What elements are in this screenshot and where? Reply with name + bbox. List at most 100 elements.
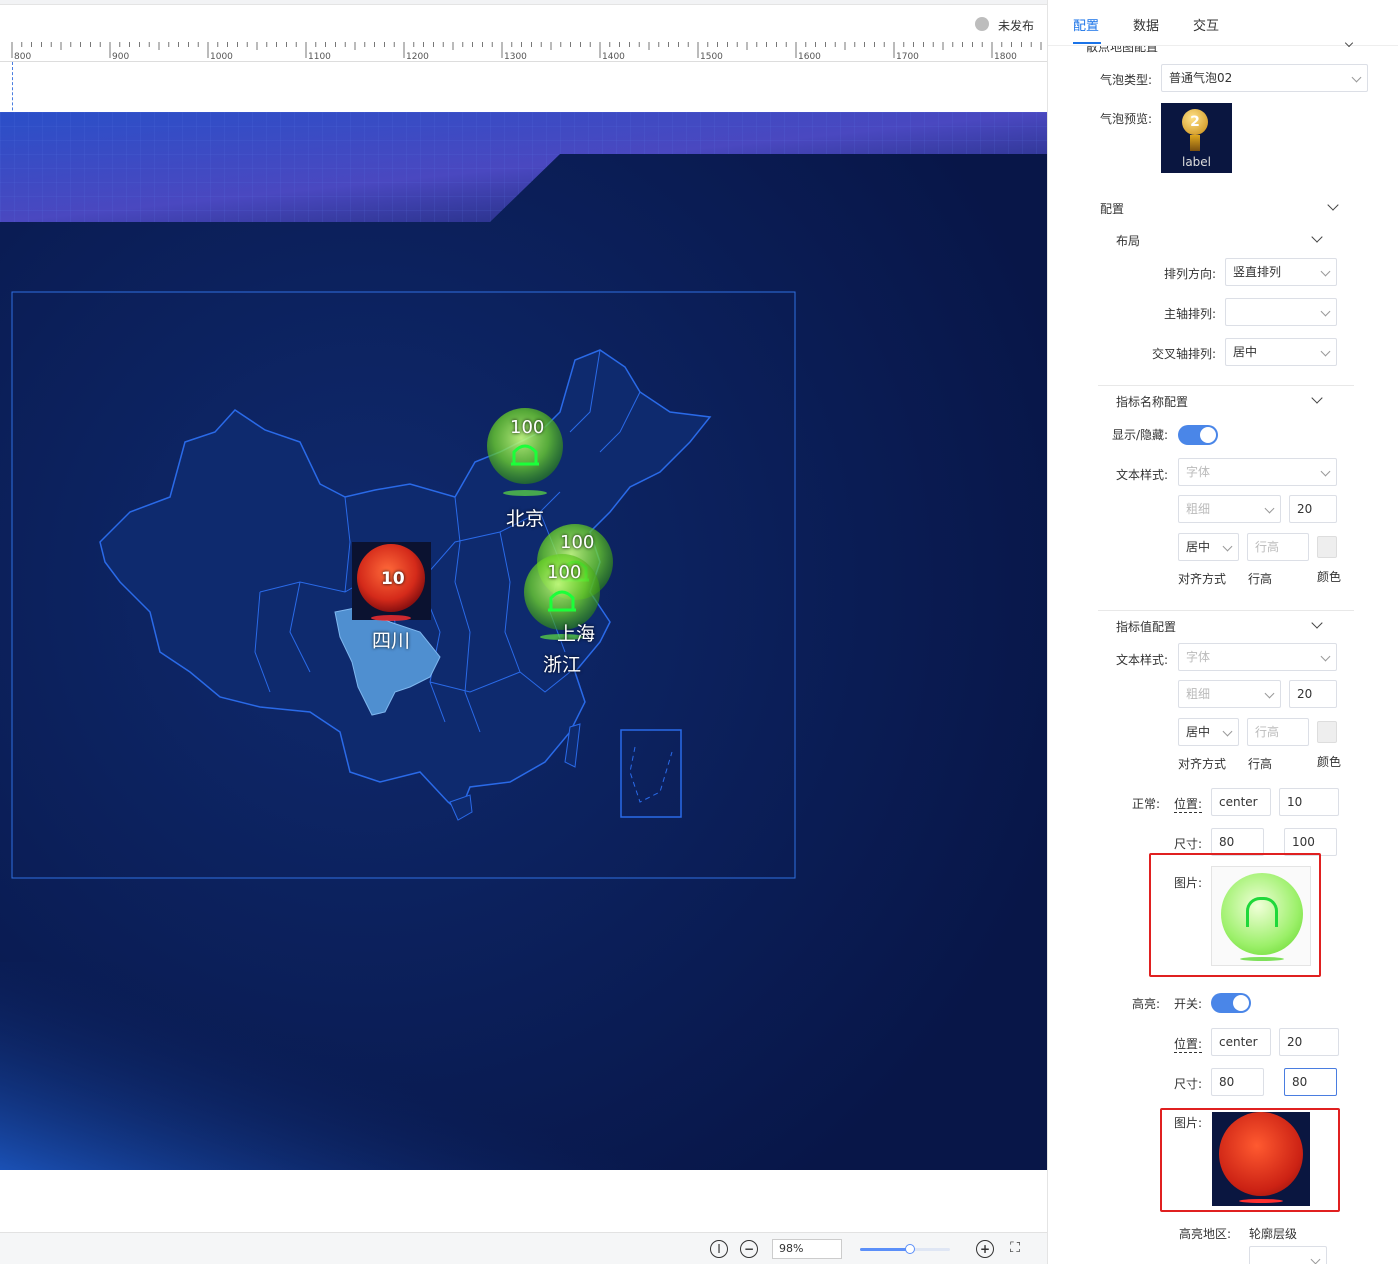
highlight-image-label: 图片:: [1174, 1116, 1203, 1130]
chevron-down-icon[interactable]: [1311, 617, 1323, 629]
contour-level-select[interactable]: [1249, 1246, 1327, 1264]
chevron-down-icon: [1320, 466, 1331, 477]
bubble-type-value: 普通气泡02: [1169, 71, 1233, 85]
cross-axis-value: 居中: [1233, 345, 1258, 359]
direction-select[interactable]: 竖直排列: [1225, 258, 1337, 286]
editor-area: 未发布 800 900 1000 1100 1200 1300 1400 1500 1600 17…: [0, 0, 1047, 1264]
marker-zhejiang-value: 100: [547, 562, 582, 583]
name-color-swatch[interactable]: [1317, 536, 1337, 558]
value-font-size-input[interactable]: 20: [1289, 680, 1337, 708]
color-caption: 颜色: [1317, 755, 1342, 769]
ruler-tick-label: 1400: [602, 52, 625, 62]
align-caption: 对齐方式: [1178, 572, 1227, 586]
ruler-tick-label: 1700: [896, 52, 919, 62]
marker-shanghai-value: 100: [560, 532, 595, 553]
tab-data[interactable]: 数据: [1133, 15, 1159, 34]
align-caption: 对齐方式: [1178, 757, 1227, 771]
tab-interaction[interactable]: 交互: [1193, 15, 1219, 34]
highlight-size-label: 尺寸:: [1174, 1077, 1203, 1091]
zoom-slider-handle[interactable]: [904, 1244, 915, 1254]
gold-pin-base: [1190, 135, 1200, 151]
zoom-slider[interactable]: [860, 1244, 950, 1254]
zoom-slider-fill: [860, 1248, 910, 1251]
value-align-select[interactable]: 居中: [1178, 718, 1239, 746]
highlight-height-input[interactable]: 80: [1284, 1068, 1337, 1096]
green-glow-icon: [1240, 957, 1284, 961]
normal-image-label: 图片:: [1174, 876, 1203, 890]
value-font-placeholder: 字体: [1186, 650, 1211, 664]
line-height-caption: 行高: [1248, 757, 1273, 771]
ruler-tick-label: 1300: [504, 52, 527, 62]
value-color-swatch[interactable]: [1317, 721, 1337, 743]
contour-level-label: 轮廓层级: [1249, 1227, 1298, 1241]
marker-shanghai-label[interactable]: 上海: [557, 619, 595, 646]
highlight-image-upload[interactable]: [1212, 1112, 1310, 1206]
marker-sichuan-label[interactable]: 四川: [372, 626, 410, 653]
name-line-height-input[interactable]: 行高: [1247, 533, 1309, 561]
bubble-type-select[interactable]: 普通气泡02: [1161, 64, 1368, 92]
gold-pin-icon: 2: [1182, 109, 1208, 135]
chevron-down-icon[interactable]: [1311, 231, 1323, 243]
normal-height-input[interactable]: 100: [1284, 828, 1337, 856]
config-section-title: 配置: [1100, 202, 1125, 216]
bubble-preview-label: 气泡预览:: [1100, 112, 1153, 126]
highlight-region-label: 高亮地区:: [1179, 1227, 1232, 1241]
ruler-tick-label: 900: [112, 52, 129, 62]
main-axis-select[interactable]: [1225, 298, 1337, 326]
tab-active-indicator: [1073, 42, 1101, 44]
name-align-select[interactable]: 居中: [1178, 533, 1239, 561]
zoom-toolbar: I − 98% + ⛶: [0, 1232, 1047, 1264]
chevron-down-icon[interactable]: [1311, 392, 1323, 404]
name-weight-select[interactable]: 粗细: [1178, 495, 1281, 523]
value-line-height-input[interactable]: 行高: [1247, 718, 1309, 746]
ruler-tick-label: 1200: [406, 52, 429, 62]
chevron-down-icon: [1320, 266, 1331, 277]
text-cursor-icon[interactable]: I: [710, 1240, 728, 1258]
marker-beijing-value: 100: [510, 417, 545, 438]
ruler-tick-label: 1000: [210, 52, 233, 62]
chevron-down-icon[interactable]: [1327, 199, 1339, 211]
bubble-preview-image: 2 label: [1161, 103, 1232, 173]
bubble-type-label: 气泡类型:: [1100, 73, 1153, 87]
name-font-select[interactable]: 字体: [1178, 458, 1337, 486]
cross-axis-select[interactable]: 居中: [1225, 338, 1337, 366]
highlight-toggle[interactable]: [1211, 993, 1251, 1013]
fullscreen-icon[interactable]: ⛶: [1006, 1240, 1024, 1258]
direction-value: 竖直排列: [1233, 265, 1282, 279]
highlight-width-input[interactable]: 80: [1211, 1068, 1264, 1096]
name-weight-placeholder: 粗细: [1186, 502, 1211, 516]
normal-pos-x-input[interactable]: center: [1211, 788, 1271, 816]
marker-sichuan-value: 10: [381, 569, 405, 589]
red-alarm-icon: [1219, 1112, 1303, 1196]
value-weight-select[interactable]: 粗细: [1178, 680, 1281, 708]
value-config-title: 指标值配置: [1116, 620, 1177, 634]
cross-axis-label: 交叉轴排列:: [1152, 347, 1217, 361]
toggle-knob: [1200, 427, 1216, 443]
normal-image-upload[interactable]: [1211, 866, 1311, 966]
horizontal-ruler[interactable]: 800 900 1000 1100 1200 1300 1400 1500 1600 1700 18…: [0, 42, 1047, 62]
normal-position-label: 位置:: [1174, 797, 1203, 813]
canvas-margin: [0, 62, 1047, 112]
zoom-in-button[interactable]: +: [976, 1240, 994, 1258]
highlight-pos-y-input[interactable]: 20: [1279, 1028, 1339, 1056]
screen-canvas[interactable]: 100 北京 100 上海 100 浙江 10 四川: [0, 112, 1047, 1170]
chevron-down-icon: [1351, 72, 1362, 83]
name-visibility-toggle[interactable]: [1178, 425, 1218, 445]
top-toolbar: 未发布: [0, 4, 1047, 42]
marker-zhejiang-label[interactable]: 浙江: [543, 650, 581, 677]
marker-beijing-label[interactable]: 北京: [506, 504, 544, 531]
value-font-select[interactable]: 字体: [1178, 643, 1337, 671]
name-font-size-input[interactable]: 20: [1289, 495, 1337, 523]
zoom-out-button[interactable]: −: [740, 1240, 758, 1258]
zoom-input[interactable]: 98%: [772, 1239, 842, 1259]
normal-pos-y-input[interactable]: 10: [1279, 788, 1339, 816]
highlight-pos-x-input[interactable]: center: [1211, 1028, 1271, 1056]
canvas-bottom-margin: [0, 1170, 1047, 1232]
chevron-down-icon: [1264, 688, 1275, 699]
chevron-down-icon: [1320, 651, 1331, 662]
config-panel: 配置 数据 交互 散点地图配置 气泡类型: 普通气泡02 气泡预览: 2 lab…: [1047, 0, 1398, 1264]
normal-width-input[interactable]: 80: [1211, 828, 1264, 856]
tab-config[interactable]: 配置: [1073, 15, 1099, 34]
layout-section-title: 布局: [1116, 234, 1141, 248]
line-height-caption: 行高: [1248, 572, 1273, 586]
